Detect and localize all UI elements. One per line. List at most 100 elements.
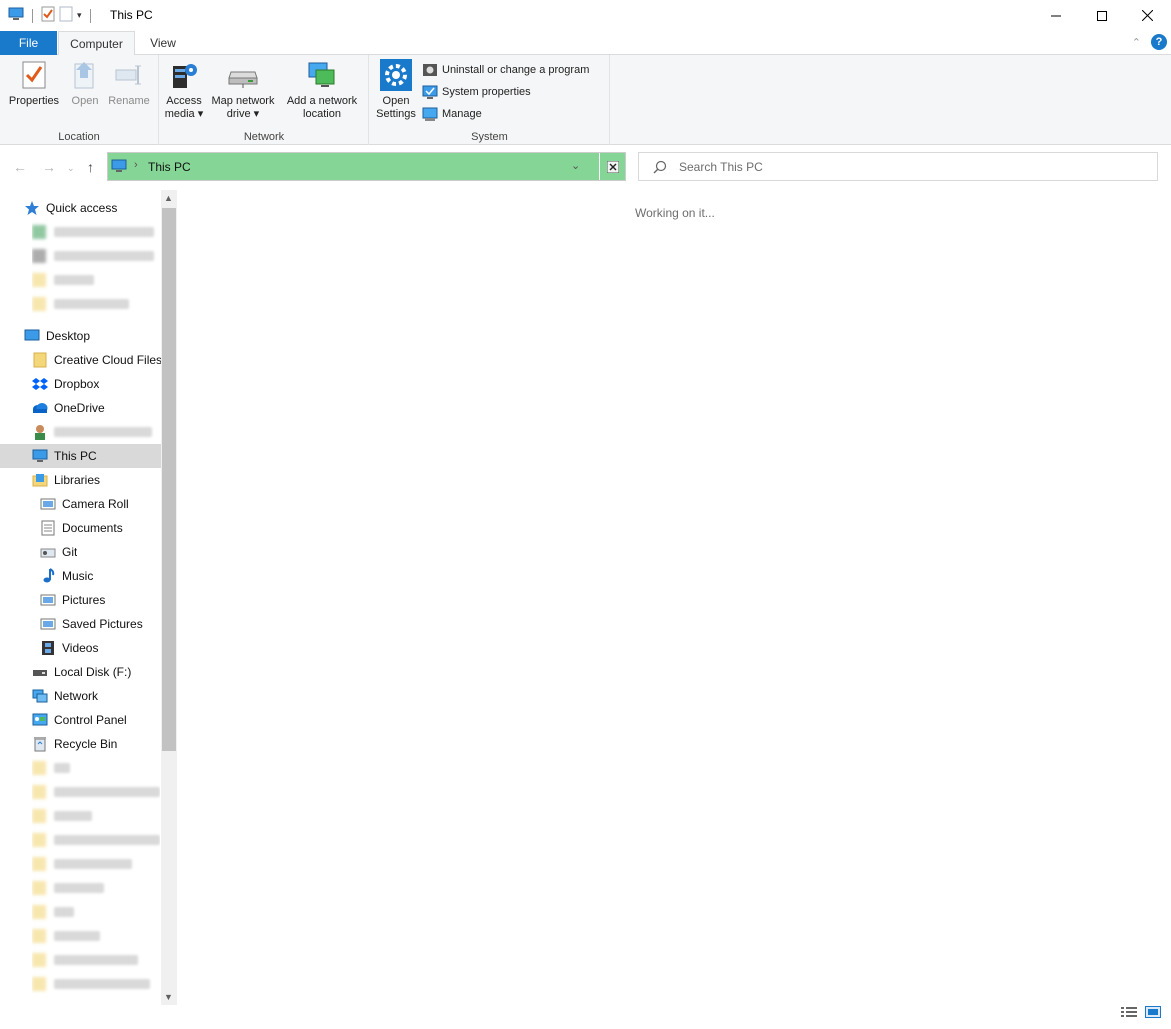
map-network-drive-button[interactable]: Map network drive ▾ <box>208 59 278 121</box>
scroll-down-icon[interactable]: ▼ <box>164 992 173 1002</box>
nav-item-saved-pictures[interactable]: Saved Pictures <box>40 612 143 636</box>
minimize-button[interactable] <box>1033 0 1079 31</box>
nav-item-blurred[interactable] <box>32 972 160 996</box>
access-media-button[interactable]: Access media ▾ <box>164 59 204 121</box>
uninstall-program-button[interactable]: Uninstall or change a program <box>422 60 589 80</box>
pictures-library-icon <box>40 496 56 512</box>
network-drive-icon <box>227 59 259 91</box>
folder-icon <box>32 352 48 368</box>
nav-item-user[interactable] <box>32 420 160 444</box>
maximize-button[interactable] <box>1079 0 1125 31</box>
address-bar[interactable]: › This PC ⌄ <box>107 152 626 181</box>
blurred-label <box>54 251 154 261</box>
scroll-thumb[interactable] <box>162 208 176 751</box>
nav-item-local-disk[interactable]: Local Disk (F:) <box>32 660 131 684</box>
nav-item-recycle-bin[interactable]: Recycle Bin <box>32 732 117 756</box>
new-folder-icon[interactable] <box>59 6 73 25</box>
open-button[interactable]: Open <box>66 59 104 108</box>
properties-button[interactable]: Properties <box>6 59 62 108</box>
nav-item-creative-cloud[interactable]: Creative Cloud Files <box>32 348 162 372</box>
scroll-up-icon[interactable]: ▲ <box>164 193 173 203</box>
tab-file[interactable]: File <box>0 31 57 55</box>
pictures-icon <box>40 592 56 608</box>
nav-item-blurred[interactable] <box>32 900 160 924</box>
media-icon <box>168 59 200 91</box>
recycle-bin-icon <box>32 736 48 752</box>
nav-item-blurred[interactable] <box>32 780 160 804</box>
nav-item-blurred[interactable] <box>32 756 160 780</box>
nav-item-libraries[interactable]: Libraries <box>32 468 100 492</box>
stop-loading-button[interactable] <box>599 153 625 180</box>
nav-item-blurred[interactable] <box>32 828 160 852</box>
nav-item-blurred[interactable] <box>32 268 160 292</box>
libraries-icon <box>32 472 48 488</box>
nav-item-quick-access[interactable]: Quick access <box>24 196 117 220</box>
nav-scrollbar[interactable]: ▲ ▼ <box>161 190 177 1005</box>
forward-arrow-icon[interactable]: → <box>42 159 56 175</box>
loading-message: Working on it... <box>635 206 715 220</box>
close-button[interactable] <box>1124 0 1170 31</box>
nav-item-blurred[interactable] <box>32 220 160 244</box>
nav-item-music[interactable]: Music <box>40 564 93 588</box>
nav-item-documents[interactable]: Documents <box>40 516 123 540</box>
back-arrow-icon[interactable]: ← <box>13 159 27 175</box>
uninstall-icon <box>422 62 438 78</box>
tab-computer[interactable]: Computer <box>58 31 135 56</box>
properties-icon[interactable] <box>41 6 55 25</box>
computer-icon <box>111 159 127 176</box>
folder-icon <box>32 761 46 775</box>
nav-item-blurred[interactable] <box>32 804 160 828</box>
chevron-down-icon[interactable]: ⌄ <box>571 159 580 172</box>
nav-item-blurred[interactable] <box>32 292 160 316</box>
qat-customize-icon[interactable]: ▾ <box>77 10 82 21</box>
folder-icon <box>32 833 46 847</box>
control-panel-icon <box>32 712 48 728</box>
search-input[interactable]: Search This PC <box>638 152 1158 181</box>
blurred-label <box>54 427 152 437</box>
nav-item-blurred[interactable] <box>32 876 160 900</box>
film-icon <box>40 640 56 656</box>
open-settings-button[interactable]: Open Settings <box>373 59 419 121</box>
nav-item-camera-roll[interactable]: Camera Roll <box>40 492 129 516</box>
blurred-label <box>54 907 74 917</box>
details-view-icon[interactable] <box>1121 1006 1137 1021</box>
settings-gear-icon <box>380 59 412 91</box>
computer-icon[interactable] <box>8 7 24 24</box>
nav-item-blurred[interactable] <box>32 244 160 268</box>
help-icon[interactable]: ? <box>1151 34 1167 50</box>
network-group: Access media ▾ Map network drive ▾ Add a… <box>160 55 369 145</box>
large-icons-view-icon[interactable] <box>1145 1006 1161 1021</box>
manage-button[interactable]: Manage <box>422 104 482 124</box>
search-icon <box>653 160 667 177</box>
nav-item-videos[interactable]: Videos <box>40 636 98 660</box>
nav-item-network[interactable]: Network <box>32 684 98 708</box>
tab-view[interactable]: View <box>138 31 188 55</box>
quick-access-toolbar: ▾ <box>8 6 95 25</box>
blurred-label <box>54 955 138 965</box>
nav-item-blurred[interactable] <box>32 924 160 948</box>
nav-item-onedrive[interactable]: OneDrive <box>32 396 105 420</box>
star-icon <box>24 200 40 216</box>
system-group-label: System <box>471 131 508 143</box>
properties-icon <box>18 59 50 91</box>
nav-item-dropbox[interactable]: Dropbox <box>32 372 99 396</box>
chevron-up-icon[interactable]: ⌃ <box>1132 36 1141 49</box>
recent-locations-icon[interactable]: ⌄ <box>67 163 75 174</box>
nav-item-git[interactable]: Git <box>40 540 77 564</box>
up-arrow-icon[interactable]: ↑ <box>87 159 94 175</box>
music-icon <box>40 568 56 584</box>
chevron-right-icon[interactable]: › <box>134 159 138 171</box>
rename-button[interactable]: Rename <box>106 59 152 108</box>
view-toggle-group <box>1121 1006 1161 1021</box>
folder-icon <box>32 857 46 871</box>
nav-item-this-pc[interactable]: This PC <box>0 444 161 468</box>
nav-item-control-panel[interactable]: Control Panel <box>32 708 127 732</box>
system-properties-button[interactable]: System properties <box>422 82 531 102</box>
nav-item-desktop[interactable]: Desktop <box>24 324 90 348</box>
nav-item-blurred[interactable] <box>32 852 160 876</box>
nav-item-blurred[interactable] <box>32 948 160 972</box>
address-path[interactable]: This PC <box>148 160 191 174</box>
nav-item-pictures[interactable]: Pictures <box>40 588 105 612</box>
network-icon <box>32 688 48 704</box>
add-network-location-button[interactable]: Add a network location <box>282 59 362 121</box>
